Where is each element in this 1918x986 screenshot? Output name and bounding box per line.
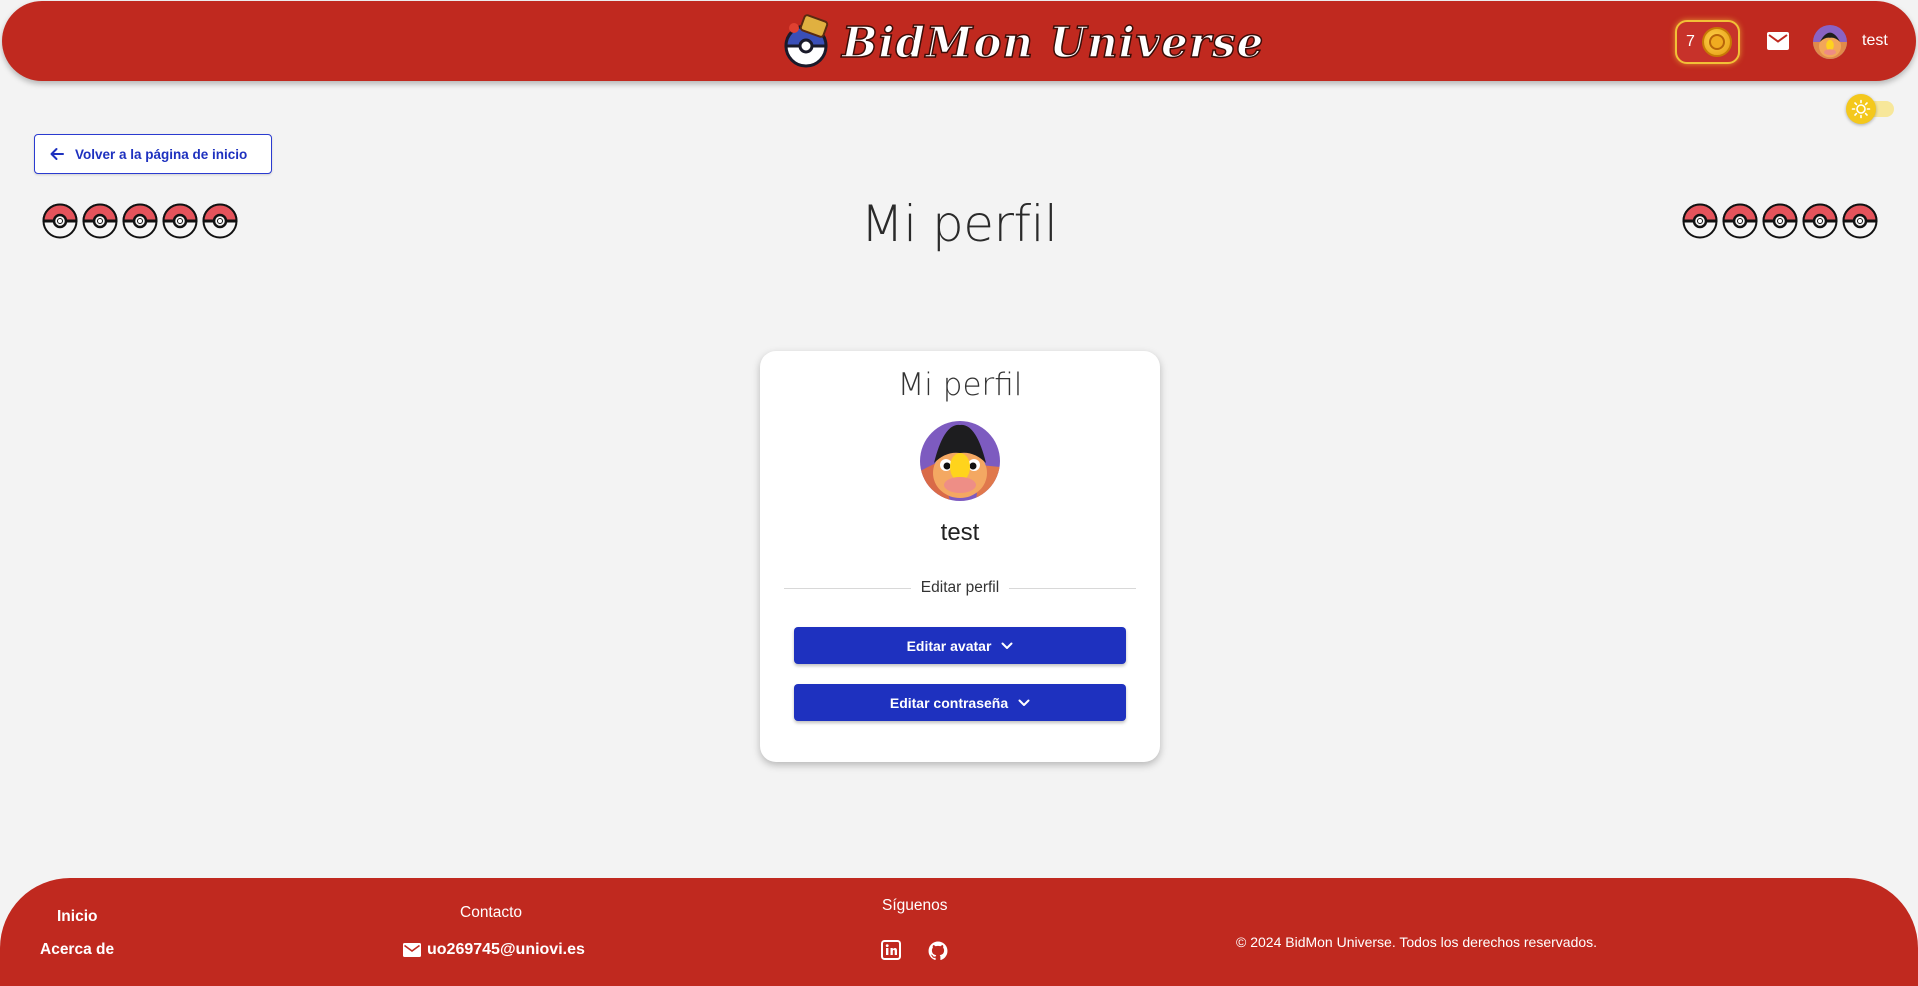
edit-password-label: Editar contraseña <box>889 694 1009 711</box>
linkedin-icon[interactable] <box>881 940 901 960</box>
divider-line <box>1009 587 1136 589</box>
theme-toggle[interactable] <box>1846 94 1894 124</box>
page-title: Mi perfil <box>860 195 1058 253</box>
sun-icon <box>1846 94 1876 124</box>
divider-label: Editar perfil <box>920 579 1000 596</box>
edit-avatar-button[interactable]: Editar avatar <box>794 627 1126 664</box>
contact-email: uo269745@uniovi.es <box>427 941 585 958</box>
edit-password-button[interactable]: Editar contraseña <box>794 684 1126 721</box>
coin-balance[interactable]: 7 <box>1675 20 1740 64</box>
mail-icon <box>403 943 421 957</box>
social-links <box>881 940 949 962</box>
top-navbar: BidMon Universe 7 test <box>2 1 1916 81</box>
user-avatar[interactable] <box>1813 25 1847 59</box>
pokeball-icon <box>1682 203 1718 239</box>
profile-username: test <box>940 519 980 546</box>
card-title: Mi perfil <box>897 367 1023 403</box>
coin-icon <box>1701 27 1732 57</box>
profile-card: Mi perfil test Editar perfil Editar avat… <box>760 351 1160 762</box>
site-logo[interactable]: BidMon Universe <box>780 11 1264 73</box>
footer-link-about[interactable]: Acerca de <box>40 941 114 959</box>
chevron-down-icon <box>1018 699 1030 706</box>
edit-profile-divider: Editar perfil <box>784 577 1136 599</box>
divider-line <box>784 587 911 589</box>
back-to-home-button[interactable]: Volver a la página de inicio <box>34 134 272 174</box>
chevron-down-icon <box>1001 642 1013 649</box>
pokeball-icon <box>1842 203 1878 239</box>
contact-email-link[interactable]: uo269745@uniovi.es <box>403 941 585 959</box>
pokeball-icon <box>1762 203 1798 239</box>
edit-avatar-label: Editar avatar <box>906 637 992 654</box>
logo-text: BidMon Universe <box>841 17 1265 68</box>
arrow-left-icon <box>50 148 64 160</box>
back-button-label: Volver a la página de inicio <box>75 146 248 162</box>
github-icon[interactable] <box>927 940 949 962</box>
pokeball-logo-icon <box>780 14 836 70</box>
follow-heading: Síguenos <box>882 897 948 914</box>
pokeball-icon <box>1802 203 1838 239</box>
coin-count: 7 <box>1686 33 1695 50</box>
pokeball-icon <box>1722 203 1758 239</box>
copyright-text: © 2024 BidMon Universe. Todos los derech… <box>1236 934 1598 950</box>
mail-icon[interactable] <box>1766 29 1790 53</box>
footer: Inicio Acerca de Contacto uo269745@uniov… <box>0 878 1918 986</box>
contact-heading: Contacto <box>460 904 523 921</box>
header-username[interactable]: test <box>1862 32 1888 50</box>
pokeball-row-right <box>1682 203 1878 239</box>
footer-link-home[interactable]: Inicio <box>57 908 97 926</box>
profile-avatar <box>920 421 1000 501</box>
